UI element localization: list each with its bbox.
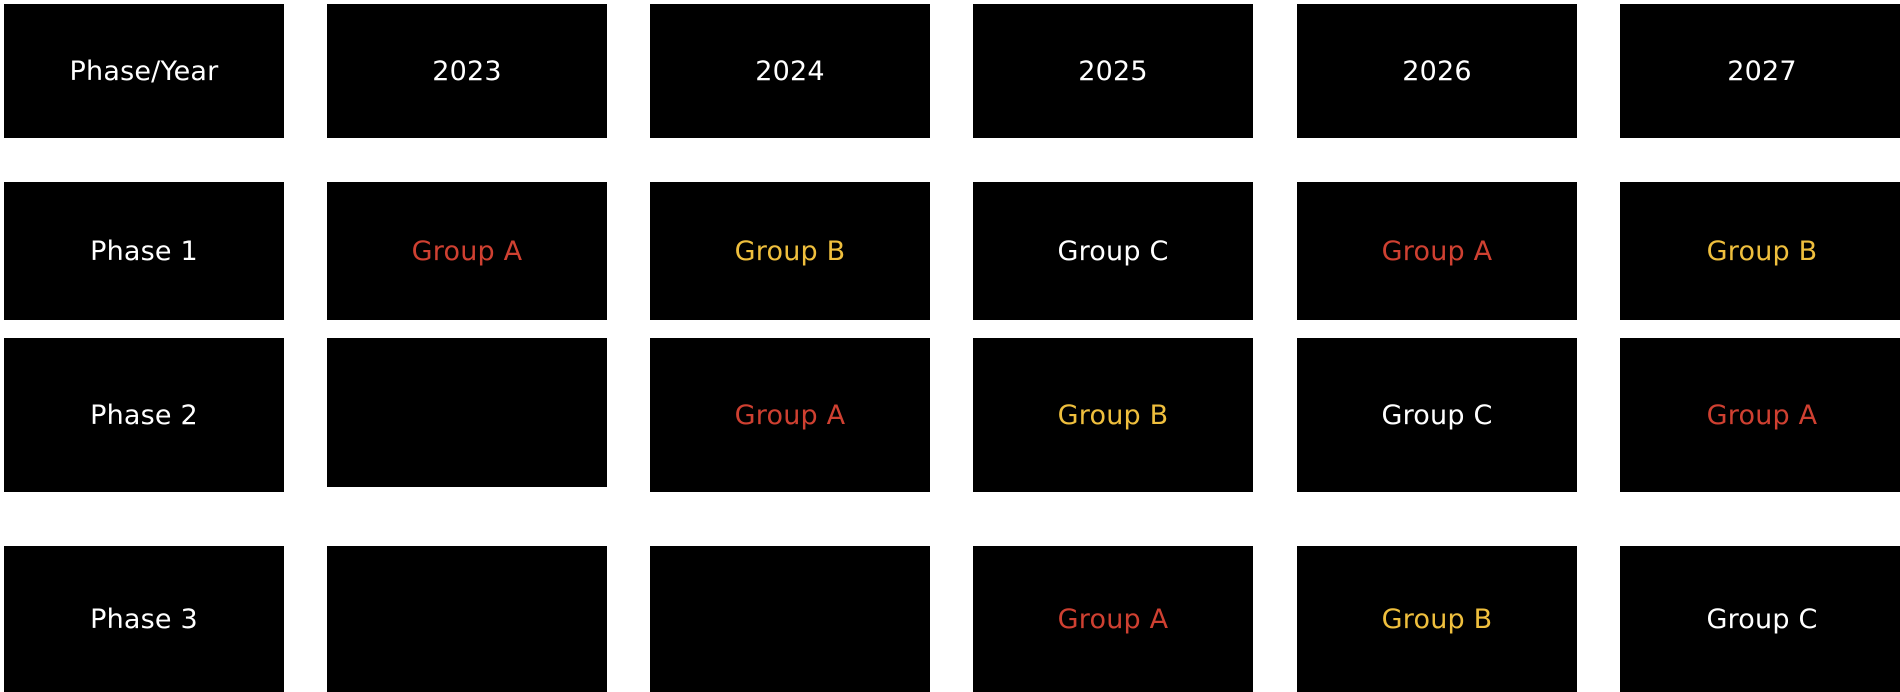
cell-empty-phase-2-2023 — [327, 338, 607, 487]
header-cell-phase-1: Phase 1 — [4, 182, 284, 320]
year-label: 2025 — [1078, 55, 1148, 87]
cell-phase-1-2026: Group A — [1297, 182, 1577, 320]
cell-phase-1-2024: Group B — [650, 182, 930, 320]
cell-phase-1-2027: Group B — [1620, 182, 1900, 320]
cell-phase-1-2025: Group C — [973, 182, 1253, 320]
header-cell-year-2026: 2026 — [1297, 4, 1577, 138]
group-label: Group B — [1706, 235, 1818, 267]
phase-label: Phase 3 — [90, 603, 198, 635]
cell-phase-2-2024: Group A — [650, 338, 930, 492]
group-label: Group C — [1706, 603, 1818, 635]
corner-label: Phase/Year — [69, 55, 219, 87]
header-cell-phase-2: Phase 2 — [4, 338, 284, 492]
header-cell-year-2023: 2023 — [327, 4, 607, 138]
cell-phase-2-2027: Group A — [1620, 338, 1900, 492]
group-label: Group C — [1057, 235, 1169, 267]
phase-label: Phase 2 — [90, 399, 198, 431]
cell-phase-2-2026: Group C — [1297, 338, 1577, 492]
header-cell-phase-3: Phase 3 — [4, 546, 284, 692]
cell-phase-3-2027: Group C — [1620, 546, 1900, 692]
phase-label: Phase 1 — [90, 235, 198, 267]
group-label: Group A — [1706, 399, 1818, 431]
header-cell-year-2025: 2025 — [973, 4, 1253, 138]
group-label: Group A — [1057, 603, 1169, 635]
cell-phase-3-2025: Group A — [973, 546, 1253, 692]
header-cell-corner: Phase/Year — [4, 4, 284, 138]
year-label: 2026 — [1402, 55, 1472, 87]
group-label: Group A — [1381, 235, 1493, 267]
cell-phase-3-2026: Group B — [1297, 546, 1577, 692]
phase-year-matrix: Phase/Year 2023 2024 2025 2026 2027 Phase 1 Gro… — [0, 0, 1900, 692]
cell-empty-phase-3-2024 — [650, 546, 930, 692]
group-label: Group A — [734, 399, 846, 431]
header-cell-year-2027: 2027 — [1620, 4, 1900, 138]
year-label: 2023 — [432, 55, 502, 87]
year-label: 2027 — [1727, 55, 1797, 87]
header-cell-year-2024: 2024 — [650, 4, 930, 138]
group-label: Group B — [1057, 399, 1169, 431]
group-label: Group A — [411, 235, 523, 267]
year-label: 2024 — [755, 55, 825, 87]
group-label: Group B — [734, 235, 846, 267]
cell-phase-1-2023: Group A — [327, 182, 607, 320]
group-label: Group B — [1381, 603, 1493, 635]
cell-empty-phase-3-2023 — [327, 546, 607, 692]
group-label: Group C — [1381, 399, 1493, 431]
cell-phase-2-2025: Group B — [973, 338, 1253, 492]
